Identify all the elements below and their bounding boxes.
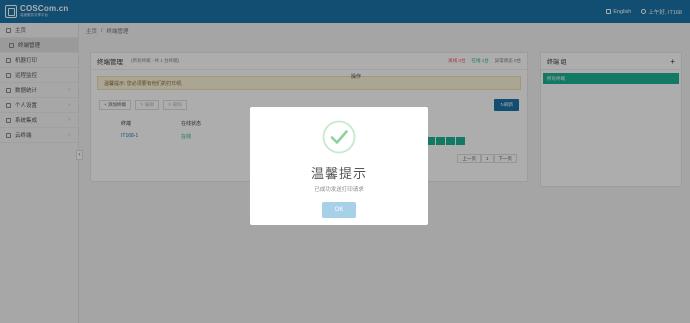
ok-button[interactable]: OK: [322, 202, 356, 218]
dialog-message: 已成功发送打印请求: [314, 187, 364, 193]
check-circle-icon: [322, 120, 356, 154]
success-dialog: 温馨提示 已成功发送打印请求 OK: [250, 107, 428, 225]
dialog-title: 温馨提示: [310, 167, 367, 182]
